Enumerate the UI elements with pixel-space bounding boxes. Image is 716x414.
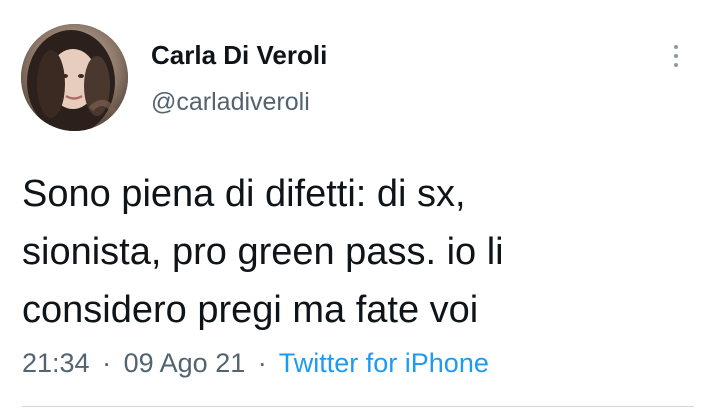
tweet-time[interactable]: 21:34 [22, 348, 90, 378]
tweet-text: Sono piena di difetti: di sx, sionista, … [22, 165, 682, 339]
dot [674, 45, 678, 49]
tweet-text-line: sionista, pro green pass. io li [22, 231, 504, 273]
tweet-meta: 21:34 · 09 Ago 21 · Twitter for iPhone [22, 348, 489, 379]
divider [22, 406, 694, 407]
author-display-name[interactable]: Carla Di Veroli [151, 40, 327, 71]
dot [674, 63, 678, 67]
avatar[interactable] [21, 24, 128, 131]
tweet-card: Carla Di Veroli @carladiveroli Sono pien… [0, 0, 716, 414]
dot [674, 54, 678, 58]
tweet-date[interactable]: 09 Ago 21 [124, 348, 246, 378]
tweet-source-link[interactable]: Twitter for iPhone [279, 348, 489, 378]
tweet-text-line: considero pregi ma fate voi [22, 289, 479, 331]
tweet-text-line: Sono piena di difetti: di sx, [22, 173, 466, 215]
more-vertical-icon[interactable] [664, 40, 688, 72]
author-handle[interactable]: @carladiveroli [151, 88, 310, 117]
meta-separator: · [102, 348, 112, 378]
meta-separator: · [257, 348, 267, 378]
